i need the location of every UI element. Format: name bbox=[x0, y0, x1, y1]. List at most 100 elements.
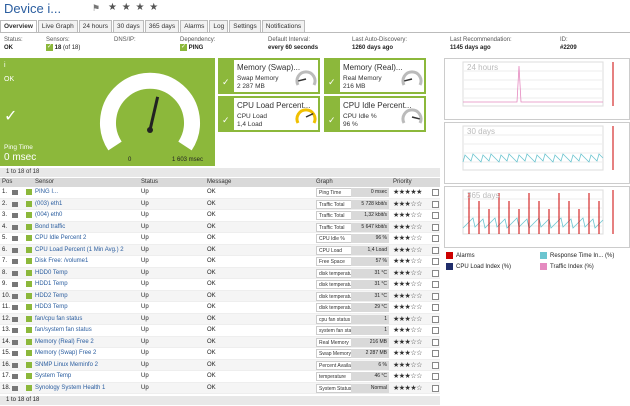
row-select-checkbox[interactable] bbox=[432, 235, 439, 242]
row-select-checkbox[interactable] bbox=[432, 281, 439, 288]
sensor-name[interactable]: Memory (Swap) Free 2 bbox=[35, 350, 96, 356]
table-pager[interactable]: 1 to 18 of 18 bbox=[0, 168, 440, 177]
sensor-name[interactable]: SNMP Linux Meminfo 2 bbox=[35, 362, 98, 368]
row-select-checkbox[interactable] bbox=[432, 269, 439, 277]
table-row[interactable]: 13. fan/system fan status Up OK system fan s… bbox=[0, 325, 440, 337]
priority-stars[interactable]: ★★★★★ bbox=[393, 188, 422, 196]
table-row[interactable]: 15. Memory (Swap) Free 2 Up OK Swap Memory 2 … bbox=[0, 348, 440, 360]
table-footer[interactable]: 1 to 18 of 18 bbox=[0, 396, 440, 405]
chart-30d[interactable]: 30 days bbox=[444, 122, 630, 184]
sensor-name[interactable]: fan/cpu fan status bbox=[35, 316, 82, 322]
sensor-name[interactable]: (004) eth0 bbox=[35, 212, 62, 218]
table-row[interactable]: 17. System Temp Up OK temperature 46 °C ★★★☆☆ bbox=[0, 371, 440, 383]
priority-stars[interactable]: ★★★☆☆ bbox=[393, 326, 422, 334]
col-message[interactable]: Message bbox=[207, 179, 231, 185]
priority-stars[interactable]: ★★★★☆ bbox=[393, 384, 422, 392]
chart-24h[interactable]: 24 hours bbox=[444, 58, 630, 120]
table-row[interactable]: 16. SNMP Linux Meminfo 2 Up OK Percent Avail… bbox=[0, 359, 440, 371]
priority-stars[interactable]: ★★★☆☆ bbox=[393, 292, 422, 300]
table-row[interactable]: 10. HDD2 Temp Up OK disk temperature 31 °C ★★★… bbox=[0, 290, 440, 302]
row-select-checkbox[interactable] bbox=[432, 189, 439, 196]
chart-365d[interactable]: 365 days bbox=[444, 186, 630, 248]
row-select-checkbox[interactable] bbox=[432, 327, 439, 334]
sensor-name[interactable]: Disk Free: /volume1 bbox=[35, 258, 88, 264]
priority-stars[interactable]: ★★★☆☆ bbox=[393, 257, 422, 265]
priority-stars[interactable]: ★★★☆☆ bbox=[393, 349, 422, 357]
info-dns: DNS/IP: bbox=[114, 36, 136, 44]
row-select-checkbox[interactable] bbox=[432, 258, 439, 265]
gauge-tile-3[interactable]: ✓ CPU Idle Percent... CPU Idle % 96 % bbox=[324, 96, 426, 132]
priority-stars[interactable]: ★★★☆☆ bbox=[393, 361, 422, 369]
row-select-checkbox[interactable] bbox=[432, 373, 439, 380]
table-row[interactable]: 7. Disk Free: /volume1 Up OK Free Space 57 % ★… bbox=[0, 256, 440, 268]
sensor-name[interactable]: HDD0 Temp bbox=[35, 270, 68, 276]
table-row[interactable]: 5. CPU Idle Percent 2 Up OK CPU Idle % 96 % ★★… bbox=[0, 233, 440, 245]
row-pos: 5. bbox=[2, 235, 8, 241]
col-status[interactable]: Status bbox=[141, 179, 158, 185]
table-row[interactable]: 9. HDD1 Temp Up OK disk temperature 31 °C ★★★☆… bbox=[0, 279, 440, 291]
gauge-value: 2 287 MB bbox=[237, 83, 265, 90]
table-row[interactable]: 18. Synology System Health 1 Up OK System St… bbox=[0, 382, 440, 394]
row-select-checkbox[interactable] bbox=[432, 350, 439, 357]
sensor-name[interactable]: HDD1 Temp bbox=[35, 281, 68, 287]
priority-stars[interactable]: ★★★☆☆ bbox=[393, 223, 422, 231]
sensors-of: (of 18) bbox=[63, 45, 81, 52]
sensor-name[interactable]: CPU Idle Percent 2 bbox=[35, 235, 86, 241]
row-select-checkbox[interactable] bbox=[432, 361, 439, 369]
sensor-name[interactable]: fan/system fan status bbox=[35, 327, 92, 333]
table-row[interactable]: 4. Bond traffic Up OK Traffic Total 5 647 kbi… bbox=[0, 221, 440, 233]
sensor-name[interactable]: Synology System Health 1 bbox=[35, 385, 105, 391]
col-sensor[interactable]: Sensor bbox=[35, 179, 54, 185]
row-select-checkbox[interactable] bbox=[432, 315, 439, 323]
priority-stars[interactable]: ★★★☆☆ bbox=[393, 280, 422, 288]
dependency-value[interactable]: PING bbox=[189, 45, 204, 51]
gauge-tile-0[interactable]: ✓ Memory (Swap)... Swap Memory 2 287 MB bbox=[218, 58, 320, 94]
mini-graph-value: 31 °C bbox=[351, 291, 389, 301]
ping-gauge-tile[interactable]: i OK ✓ 0 1 603 msec Ping Time 0 msec bbox=[0, 58, 215, 166]
row-select-checkbox[interactable] bbox=[432, 338, 439, 346]
row-select-checkbox[interactable] bbox=[432, 292, 439, 300]
priority-stars[interactable]: ★★★☆☆ bbox=[393, 303, 422, 311]
table-row[interactable]: 12. fan/cpu fan status Up OK cpu fan status 1… bbox=[0, 313, 440, 325]
priority-stars[interactable]: ★★★☆☆ bbox=[393, 269, 422, 277]
sensor-name[interactable]: (003) eth1 bbox=[35, 201, 62, 207]
priority-stars[interactable]: ★ ★ ★ ★ bbox=[108, 2, 159, 13]
table-row[interactable]: 3. (004) eth0 Up OK Traffic Total 1,32 kbit/s… bbox=[0, 210, 440, 222]
sensor-message: OK bbox=[207, 361, 216, 368]
table-row[interactable]: 8. HDD0 Temp Up OK disk temperature 31 °C ★★★☆… bbox=[0, 267, 440, 279]
priority-stars[interactable]: ★★★☆☆ bbox=[393, 372, 422, 380]
col-pos[interactable]: Pos bbox=[2, 179, 12, 185]
sensor-name[interactable]: HDD3 Temp bbox=[35, 304, 68, 310]
priority-stars[interactable]: ★★★☆☆ bbox=[393, 234, 422, 242]
gauge-tile-1[interactable]: ✓ Memory (Real)... Real Memory 216 MB bbox=[324, 58, 426, 94]
table-row[interactable]: 11. HDD3 Temp Up OK disk temperature 29 °C ★★★… bbox=[0, 302, 440, 314]
sensor-name[interactable]: System Temp bbox=[35, 373, 71, 379]
row-select-checkbox[interactable] bbox=[432, 212, 439, 219]
flag-icon[interactable]: ⚑ bbox=[92, 3, 100, 14]
priority-stars[interactable]: ★★★☆☆ bbox=[393, 246, 422, 254]
row-select-checkbox[interactable] bbox=[432, 384, 439, 392]
table-row[interactable]: 2. (003) eth1 Up OK Traffic Total 5 728 kbit/… bbox=[0, 198, 440, 210]
table-row[interactable]: 14. Memory (Real) Free 2 Up OK Real Memory 21… bbox=[0, 336, 440, 348]
sensor-name[interactable]: CPU Load Percent (1 Min Avg.) 2 bbox=[35, 247, 124, 253]
sensor-name[interactable]: Memory (Real) Free 2 bbox=[35, 339, 94, 345]
sensor-name[interactable]: Bond traffic bbox=[35, 224, 65, 230]
priority-stars[interactable]: ★★★☆☆ bbox=[393, 200, 422, 208]
gauge-tile-2[interactable]: ✓ CPU Load Percent... CPU Load 1,4 Load bbox=[218, 96, 320, 132]
mini-graph-value: 0 msec bbox=[351, 188, 389, 197]
priority-stars[interactable]: ★★★☆☆ bbox=[393, 338, 422, 346]
table-row[interactable]: 6. CPU Load Percent (1 Min Avg.) 2 Up OK CPU… bbox=[0, 244, 440, 256]
priority-stars[interactable]: ★★★☆☆ bbox=[393, 211, 422, 219]
priority-stars[interactable]: ★★★☆☆ bbox=[393, 315, 422, 323]
row-select-checkbox[interactable] bbox=[432, 304, 439, 311]
sensor-message: OK bbox=[207, 350, 216, 356]
col-graph[interactable]: Graph bbox=[316, 179, 333, 185]
row-select-checkbox[interactable] bbox=[432, 200, 439, 208]
gauge-hub bbox=[147, 127, 153, 133]
sensor-name[interactable]: PING I... bbox=[35, 189, 58, 195]
col-priority[interactable]: Priority bbox=[393, 179, 412, 185]
table-row[interactable]: 1. PING I... Up OK Ping Time 0 msec ★★★★★ bbox=[0, 187, 440, 199]
sensor-name[interactable]: HDD2 Temp bbox=[35, 293, 68, 299]
row-select-checkbox[interactable] bbox=[432, 223, 439, 231]
row-select-checkbox[interactable] bbox=[432, 246, 439, 254]
